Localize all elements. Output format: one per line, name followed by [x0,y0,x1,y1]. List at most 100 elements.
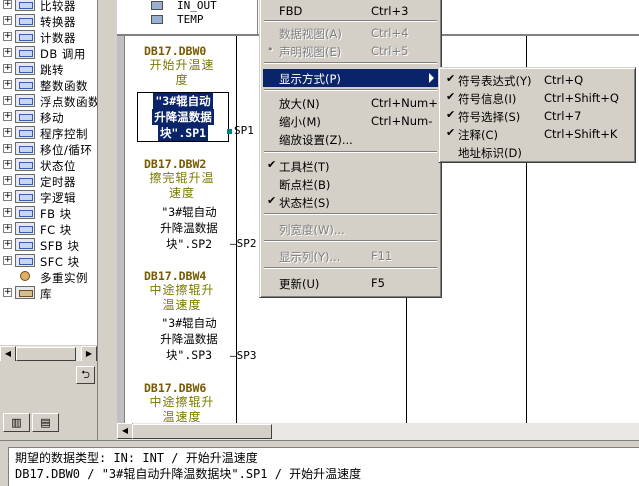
menu-item-breakpoint-bar[interactable]: 断点栏(B) [263,175,438,193]
menu-item-comment[interactable]: ✔ 注释(C) Ctrl+Shift+K [442,125,632,143]
menu-item-address-identifier[interactable]: 地址标识(D) [442,143,632,161]
expand-icon[interactable]: + [3,80,12,89]
tree-item-sfb-blocks[interactable]: + SFB 块 [0,237,97,253]
tree-horizontal-scrollbar[interactable]: ◀ ▶ [0,345,97,362]
parameter-icon [151,15,163,24]
scrollbar-thumb[interactable] [16,347,76,361]
menu-item-refresh[interactable]: 更新(U) F5 [263,274,438,292]
tree-item-integer-functions[interactable]: + 整数函数 [0,77,97,93]
parameter-icon [151,1,163,10]
tree-item-word-logic[interactable]: + 字逻辑 [0,189,97,205]
menu-item-symbolic-representation[interactable]: ✔ 符号表达式(Y) Ctrl+Q [442,71,632,89]
menu-item-symbol-information[interactable]: ✔ 符号信息(I) Ctrl+Shift+Q [442,89,632,107]
network-address: DB17.DBW0 [144,44,207,58]
expand-icon[interactable]: + [3,96,12,105]
tree-item-comparator[interactable]: + 比较器 [0,0,97,13]
menu-item-fbd[interactable]: FBD Ctrl+3 [263,2,438,20]
tree-item-move[interactable]: + 移动 [0,109,97,125]
tree-item-multi-instance[interactable]: 多重实例 [0,269,97,285]
jump-icon[interactable]: ⮌ [76,366,95,384]
scrollbar-thumb[interactable] [132,424,272,439]
selected-operand[interactable]: "3#辊自动 升降温数据 块".SP1 [137,92,229,142]
radio-dot-icon: • [267,43,274,56]
block-icon [15,238,35,251]
tree-item-label: 计数器 [40,31,76,45]
pin-sp3[interactable]: —SP3 [230,349,257,362]
expand-icon[interactable]: + [3,160,12,169]
tree-item-fc-blocks[interactable]: + FC 块 [0,221,97,237]
expand-icon[interactable]: + [3,48,12,57]
operand[interactable]: "3#辊自动 升降温数据 块".SP2 [144,204,234,252]
multi-instance-icon [15,270,35,283]
menu-item-symbol-selection[interactable]: ✔ 符号选择(S) Ctrl+7 [442,107,632,125]
tree-item-status-bits[interactable]: + 状态位 [0,157,97,173]
program-elements-tab-icon[interactable]: ▥ [3,413,30,432]
menu-item-zoom-out[interactable]: 缩小(M) Ctrl+Num- [263,112,438,130]
menu-item-zoom-settings[interactable]: 缩放设置(Z)... [263,130,438,148]
expand-icon[interactable]: + [3,208,12,217]
menu-item-declaration-view[interactable]: • 声明视图(E) Ctrl+5 [263,42,438,60]
expand-icon[interactable]: + [3,288,12,297]
network-address: DB17.DBW6 [144,381,207,395]
expand-icon[interactable]: + [3,112,12,121]
tree-item-converter[interactable]: + 转换器 [0,13,97,29]
expand-icon[interactable]: + [3,240,12,249]
block-left-edge [236,36,237,423]
tree-item-label: SFC 块 [40,255,80,269]
menu-item-toolbar[interactable]: ✔ 工具栏(T) [263,157,438,175]
pin-sp1[interactable]: SP1 [227,124,254,137]
expand-icon[interactable]: + [3,64,12,73]
tree-item-fb-blocks[interactable]: + FB 块 [0,205,97,221]
menu-item-accel: Ctrl+5 [371,44,409,58]
tree-item-library[interactable]: + 库 [0,285,97,301]
tree-item-sfc-blocks[interactable]: + SFC 块 [0,253,97,269]
menu-item-data-view[interactable]: 数据视图(A) Ctrl+4 [263,24,438,42]
tree-item-timers[interactable]: + 定时器 [0,173,97,189]
scroll-left-icon[interactable]: ◀ [117,423,133,439]
pin-sp2[interactable]: —SP2 [230,237,257,250]
tree-item-label: 转换器 [40,15,76,29]
block-icon [15,94,35,107]
menu-item-label: 列宽度(W)... [279,223,345,237]
expand-icon[interactable]: + [3,16,12,25]
expand-icon[interactable]: + [3,256,12,265]
expand-icon[interactable]: + [3,192,12,201]
menu-item-label: 注释(C) [458,128,499,142]
operand-line: 升降温数据 [152,109,214,125]
comment-line: 速度 [168,186,195,200]
tree-item-jump[interactable]: + 跳转 [0,61,97,77]
menu-item-accel: Ctrl+Shift+K [544,127,618,141]
expand-icon[interactable]: + [3,128,12,137]
pane-splitter[interactable] [97,0,117,440]
menu-item-zoom-in[interactable]: 放大(N) Ctrl+Num+ [263,94,438,112]
scroll-left-icon[interactable]: ◀ [0,346,16,362]
menu-item-column-width[interactable]: 列宽度(W)... [263,220,438,238]
menu-item-show-columns[interactable]: 显示列(Y)... F11 [263,247,438,265]
menu-item-status-bar[interactable]: ✔ 状态栏(S) [263,193,438,211]
expand-icon[interactable]: + [3,32,12,41]
tree-item-db-call[interactable]: + DB 调用 [0,45,97,61]
tree-item-label: 移动 [40,111,64,125]
menu-item-display-mode[interactable]: 显示方式(P) [263,69,438,87]
tree-item-shift-rotate[interactable]: + 移位/循环 [0,141,97,157]
tree-item-counter[interactable]: + 计数器 [0,29,97,45]
expand-icon[interactable]: + [3,0,12,9]
library-icon [15,286,35,299]
menu-item-label: 缩小(M) [279,115,321,129]
menu-separator [264,151,437,153]
check-icon: ✔ [267,194,277,207]
comment-line: 度 [175,73,189,87]
menu-item-label: 符号选择(S) [458,110,521,124]
scroll-right-icon[interactable]: ▶ [81,346,97,362]
expand-icon[interactable]: + [3,144,12,153]
call-structure-tab-icon[interactable]: ▤ [32,413,59,432]
operand-line: "3#辊自动 [153,93,213,109]
expand-icon[interactable]: + [3,176,12,185]
var-name: TEMP [177,13,204,26]
operand[interactable]: "3#辊自动 升降温数据 块".SP3 [144,315,234,363]
operand-line: 块".SP2 [165,237,213,251]
program-elements-tree[interactable]: + 比较器 + 转换器 + 计数器 + DB 调用 + 跳转 + 整数函数 + … [0,0,97,345]
tree-item-float-functions[interactable]: + 浮点数函数 [0,93,97,109]
expand-icon[interactable]: + [3,224,12,233]
tree-item-program-control[interactable]: + 程序控制 [0,125,97,141]
